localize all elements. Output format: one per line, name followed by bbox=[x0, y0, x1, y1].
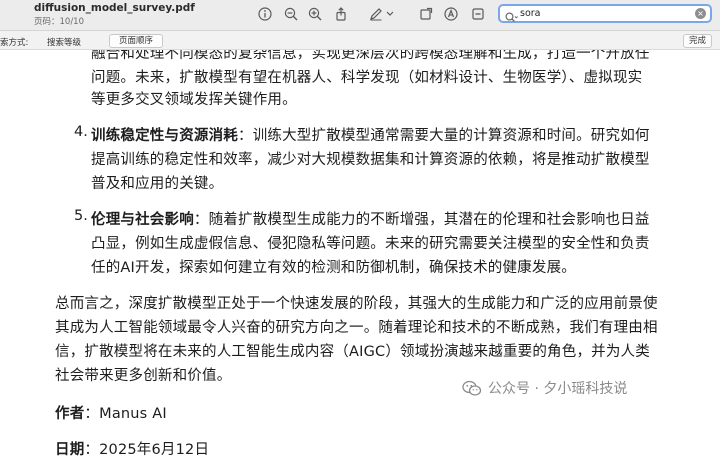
zoom-in-icon[interactable] bbox=[307, 6, 323, 22]
date-value: ：2025年6月12日 bbox=[84, 442, 210, 458]
done-button[interactable]: 完成 bbox=[683, 34, 713, 48]
author-line: 作者：Manus AI bbox=[55, 402, 167, 423]
summary-line: 信，扩散模型将在未来的人工智能生成内容（AIGC）领域扮演越来越重要的角色，并为… bbox=[55, 344, 650, 360]
list-number: 5. bbox=[74, 208, 88, 224]
text-line: 凸显，例如生成虚假信息、侵犯隐私等问题。未来的研究需要关注模型的安全性和负责 bbox=[91, 236, 650, 252]
page-indicator: 页码：10/10 bbox=[34, 17, 84, 27]
summary-line: 社会带来更多创新和价值。 bbox=[55, 368, 232, 384]
author-label: 作者 bbox=[55, 406, 85, 422]
search-mode-label: 索方式: bbox=[0, 38, 29, 48]
text-line: 融合和处理不同模态的复杂信息，实现更深层次的跨模态理解和生成，打造一个开放任 bbox=[91, 50, 650, 62]
markup-pen-icon[interactable] bbox=[368, 6, 384, 22]
text-line: 等更多交叉领域发挥关键作用。 bbox=[91, 92, 297, 108]
search-icon bbox=[505, 8, 518, 22]
text-line: 普及和应用的关键。 bbox=[91, 176, 224, 192]
clear-search-icon[interactable]: × bbox=[695, 8, 706, 19]
watermark: 公众号 · 夕小瑶科技说 bbox=[462, 378, 627, 398]
author-value: ：Manus AI bbox=[84, 406, 167, 422]
list-item-4-first-line: 训练稳定性与资源消耗：训练大型扩散模型通常需要大量的计算资源和时间。研究如何 bbox=[91, 128, 650, 144]
search-input[interactable] bbox=[520, 7, 680, 20]
wechat-icon bbox=[462, 380, 482, 397]
watermark-text: 公众号 · 夕小瑶科技说 bbox=[488, 381, 628, 397]
tab-search-rank[interactable]: 搜索等级 bbox=[47, 36, 81, 48]
date-label: 日期 bbox=[55, 442, 85, 458]
find-bar: 索方式: 搜索等级 页面顺序 完成 bbox=[0, 31, 720, 50]
info-icon[interactable] bbox=[257, 6, 273, 22]
list-item-5-first-line: 伦理与社会影响：随着扩散模型生成能力的不断增强，其潜在的伦理和社会影响也日益 bbox=[91, 212, 650, 228]
list-item-5-title: 伦理与社会影响 bbox=[91, 212, 194, 228]
window-icon[interactable] bbox=[418, 6, 434, 22]
redact-icon[interactable] bbox=[470, 6, 486, 22]
date-line: 日期：2025年6月12日 bbox=[55, 438, 209, 459]
search-box[interactable]: × bbox=[498, 4, 712, 23]
pdf-page: 融合和处理不同模态的复杂信息，实现更深层次的跨模态理解和生成，打造一个开放任 问… bbox=[0, 50, 720, 467]
list-item-4-title: 训练稳定性与资源消耗 bbox=[91, 128, 238, 144]
text-line: 问题。未来，扩散模型有望在机器人、科学发现（如材料设计、生物医学）、虚拟现实 bbox=[91, 70, 643, 86]
document-title: diffusion_model_survey.pdf bbox=[34, 2, 195, 14]
tab-page-order[interactable]: 页面顺序 bbox=[109, 34, 164, 48]
list-number: 4. bbox=[74, 124, 88, 140]
annotate-icon[interactable] bbox=[443, 6, 459, 22]
text-line: 提高训练的稳定性和效率，减少对大规模数据集和计算资源的依赖，将是推动扩散模型 bbox=[91, 152, 650, 168]
summary-line: 总而言之，深度扩散模型正处于一个快速发展的阶段，其强大的生成能力和广泛的应用前景… bbox=[55, 296, 658, 312]
toolbar: diffusion_model_survey.pdf 页码：10/10 × bbox=[0, 0, 720, 31]
summary-line: 其成为人工智能领域最令人兴奋的研究方向之一。随着理论和技术的不断成熟，我们有理由… bbox=[55, 320, 658, 336]
chevron-down-icon[interactable] bbox=[385, 6, 395, 22]
text-line: 任的AI开发，探索如何建立有效的检测和防御机制，确保技术的健康发展。 bbox=[91, 260, 576, 276]
share-icon[interactable] bbox=[333, 6, 349, 22]
zoom-out-icon[interactable] bbox=[283, 6, 299, 22]
